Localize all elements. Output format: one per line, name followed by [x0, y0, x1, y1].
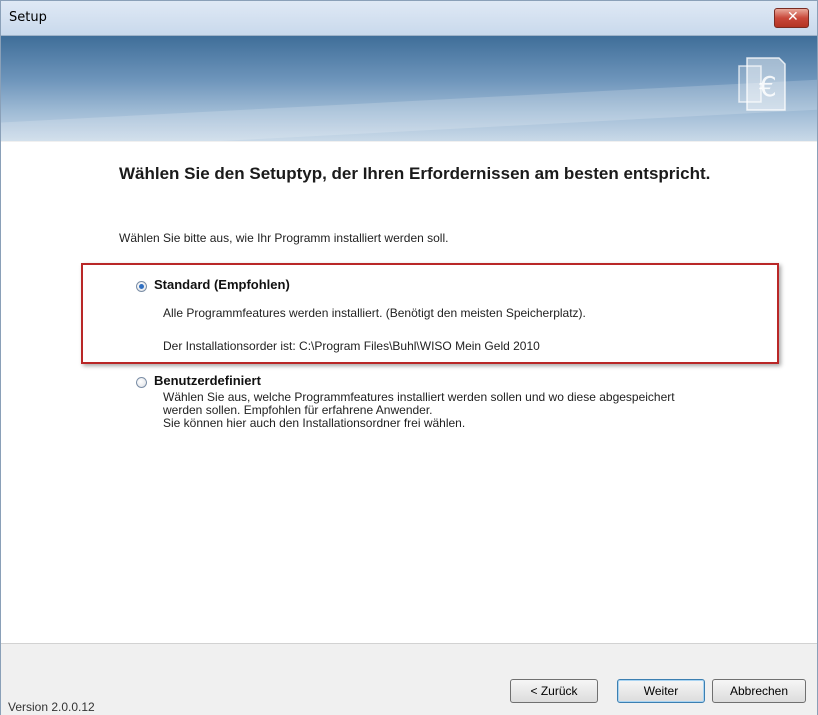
cancel-button[interactable]: Abbrechen: [712, 679, 806, 703]
standard-radio[interactable]: [136, 281, 147, 292]
svg-text:€: €: [759, 70, 777, 103]
title-bar[interactable]: Setup ✕: [1, 1, 817, 36]
next-button[interactable]: Weiter: [617, 679, 705, 703]
radio-selected-dot: [139, 284, 144, 289]
back-button[interactable]: < Zurück: [510, 679, 598, 703]
standard-option-label[interactable]: Standard (Empfohlen): [154, 277, 290, 292]
custom-option-label[interactable]: Benutzerdefiniert: [154, 373, 261, 388]
standard-description: Alle Programmfeatures werden installiert…: [163, 306, 586, 320]
setup-window: Setup ✕ € Wählen Sie den Setuptyp, der I…: [0, 0, 818, 715]
footer-bar: Version 2.0.0.12 < Zurück Weiter Abbrech…: [1, 643, 817, 715]
close-button[interactable]: ✕: [774, 8, 809, 28]
window-title: Setup: [9, 10, 47, 25]
standard-install-path: Der Installationsorder ist: C:\Program F…: [163, 339, 540, 353]
custom-radio[interactable]: [136, 377, 147, 388]
main-content: Wählen Sie den Setuptyp, der Ihren Erfor…: [1, 142, 817, 643]
banner-stripe: [1, 76, 817, 141]
custom-description-line3: Sie können hier auch den Installationsor…: [163, 416, 466, 430]
euro-document-icon: €: [738, 57, 786, 111]
version-label: Version 2.0.0.12: [8, 700, 95, 714]
header-banner: €: [1, 36, 817, 141]
page-heading: Wählen Sie den Setuptyp, der Ihren Erfor…: [119, 164, 711, 183]
close-icon: ✕: [787, 9, 799, 25]
page-subtitle: Wählen Sie bitte aus, wie Ihr Programm i…: [119, 231, 449, 245]
